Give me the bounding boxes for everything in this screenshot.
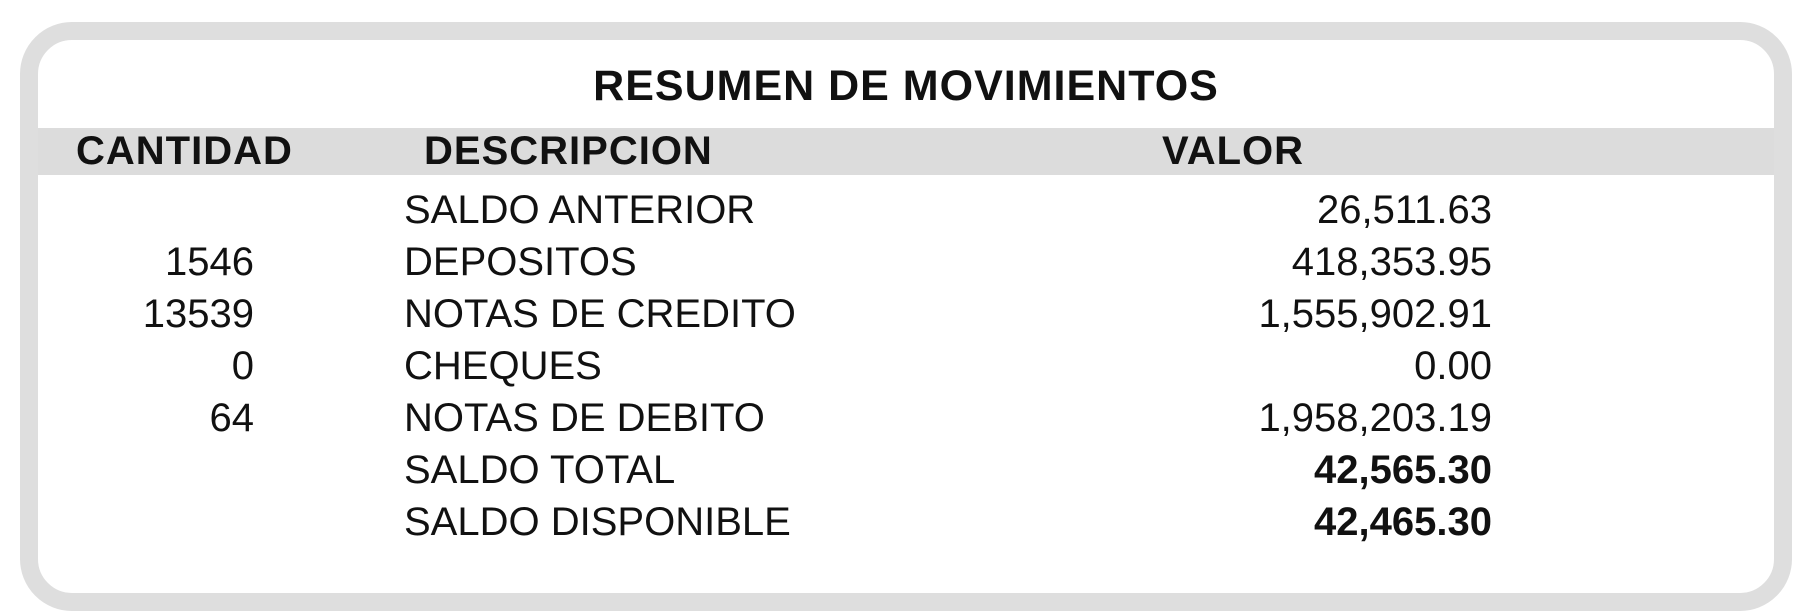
cell-valor: 1,555,902.91 [1258,292,1492,336]
cell-cantidad: 64 [209,396,255,440]
cell-valor: 26,511.63 [1317,188,1492,232]
table-header: CANTIDAD DESCRIPCION VALOR [38,128,1774,175]
cell-descripcion: NOTAS DE DEBITO [404,396,765,440]
header-valor: VALOR [1162,129,1305,173]
table-row-depositos: 1546 DEPOSITOS 418,353.95 [38,236,1774,288]
cell-descripcion: SALDO TOTAL [404,448,676,492]
table-row-notas-credito: 13539 NOTAS DE CREDITO 1,555,902.91 [38,288,1774,340]
table-row-saldo-anterior: SALDO ANTERIOR 26,511.63 [38,184,1774,236]
movements-summary-panel: RESUMEN DE MOVIMIENTOS CANTIDAD DESCRIPC… [20,22,1792,611]
cell-valor: 1,958,203.19 [1258,396,1492,440]
cell-descripcion: SALDO DISPONIBLE [404,500,791,544]
cell-cantidad: 0 [231,344,254,388]
cell-valor: 418,353.95 [1291,240,1492,284]
cell-descripcion: NOTAS DE CREDITO [404,292,796,336]
table-row-saldo-disponible: SALDO DISPONIBLE 42,465.30 [38,496,1774,548]
header-cantidad: CANTIDAD [76,129,293,173]
cell-descripcion: SALDO ANTERIOR [404,188,756,232]
cell-descripcion: CHEQUES [404,344,602,388]
table-row-notas-debito: 64 NOTAS DE DEBITO 1,958,203.19 [38,392,1774,444]
table-row-saldo-total: SALDO TOTAL 42,565.30 [38,444,1774,496]
cell-valor: 0.00 [1414,344,1492,388]
panel-title: RESUMEN DE MOVIMIENTOS [593,62,1219,110]
table-body: SALDO ANTERIOR 26,511.63 1546 DEPOSITOS … [38,184,1774,548]
cell-cantidad: 1546 [165,240,254,284]
table-row-cheques: 0 CHEQUES 0.00 [38,340,1774,392]
cell-valor: 42,565.30 [1314,448,1492,492]
cell-valor: 42,465.30 [1314,500,1492,544]
cell-cantidad: 13539 [142,292,254,336]
cell-descripcion: DEPOSITOS [404,240,637,284]
header-descripcion: DESCRIPCION [424,129,713,173]
